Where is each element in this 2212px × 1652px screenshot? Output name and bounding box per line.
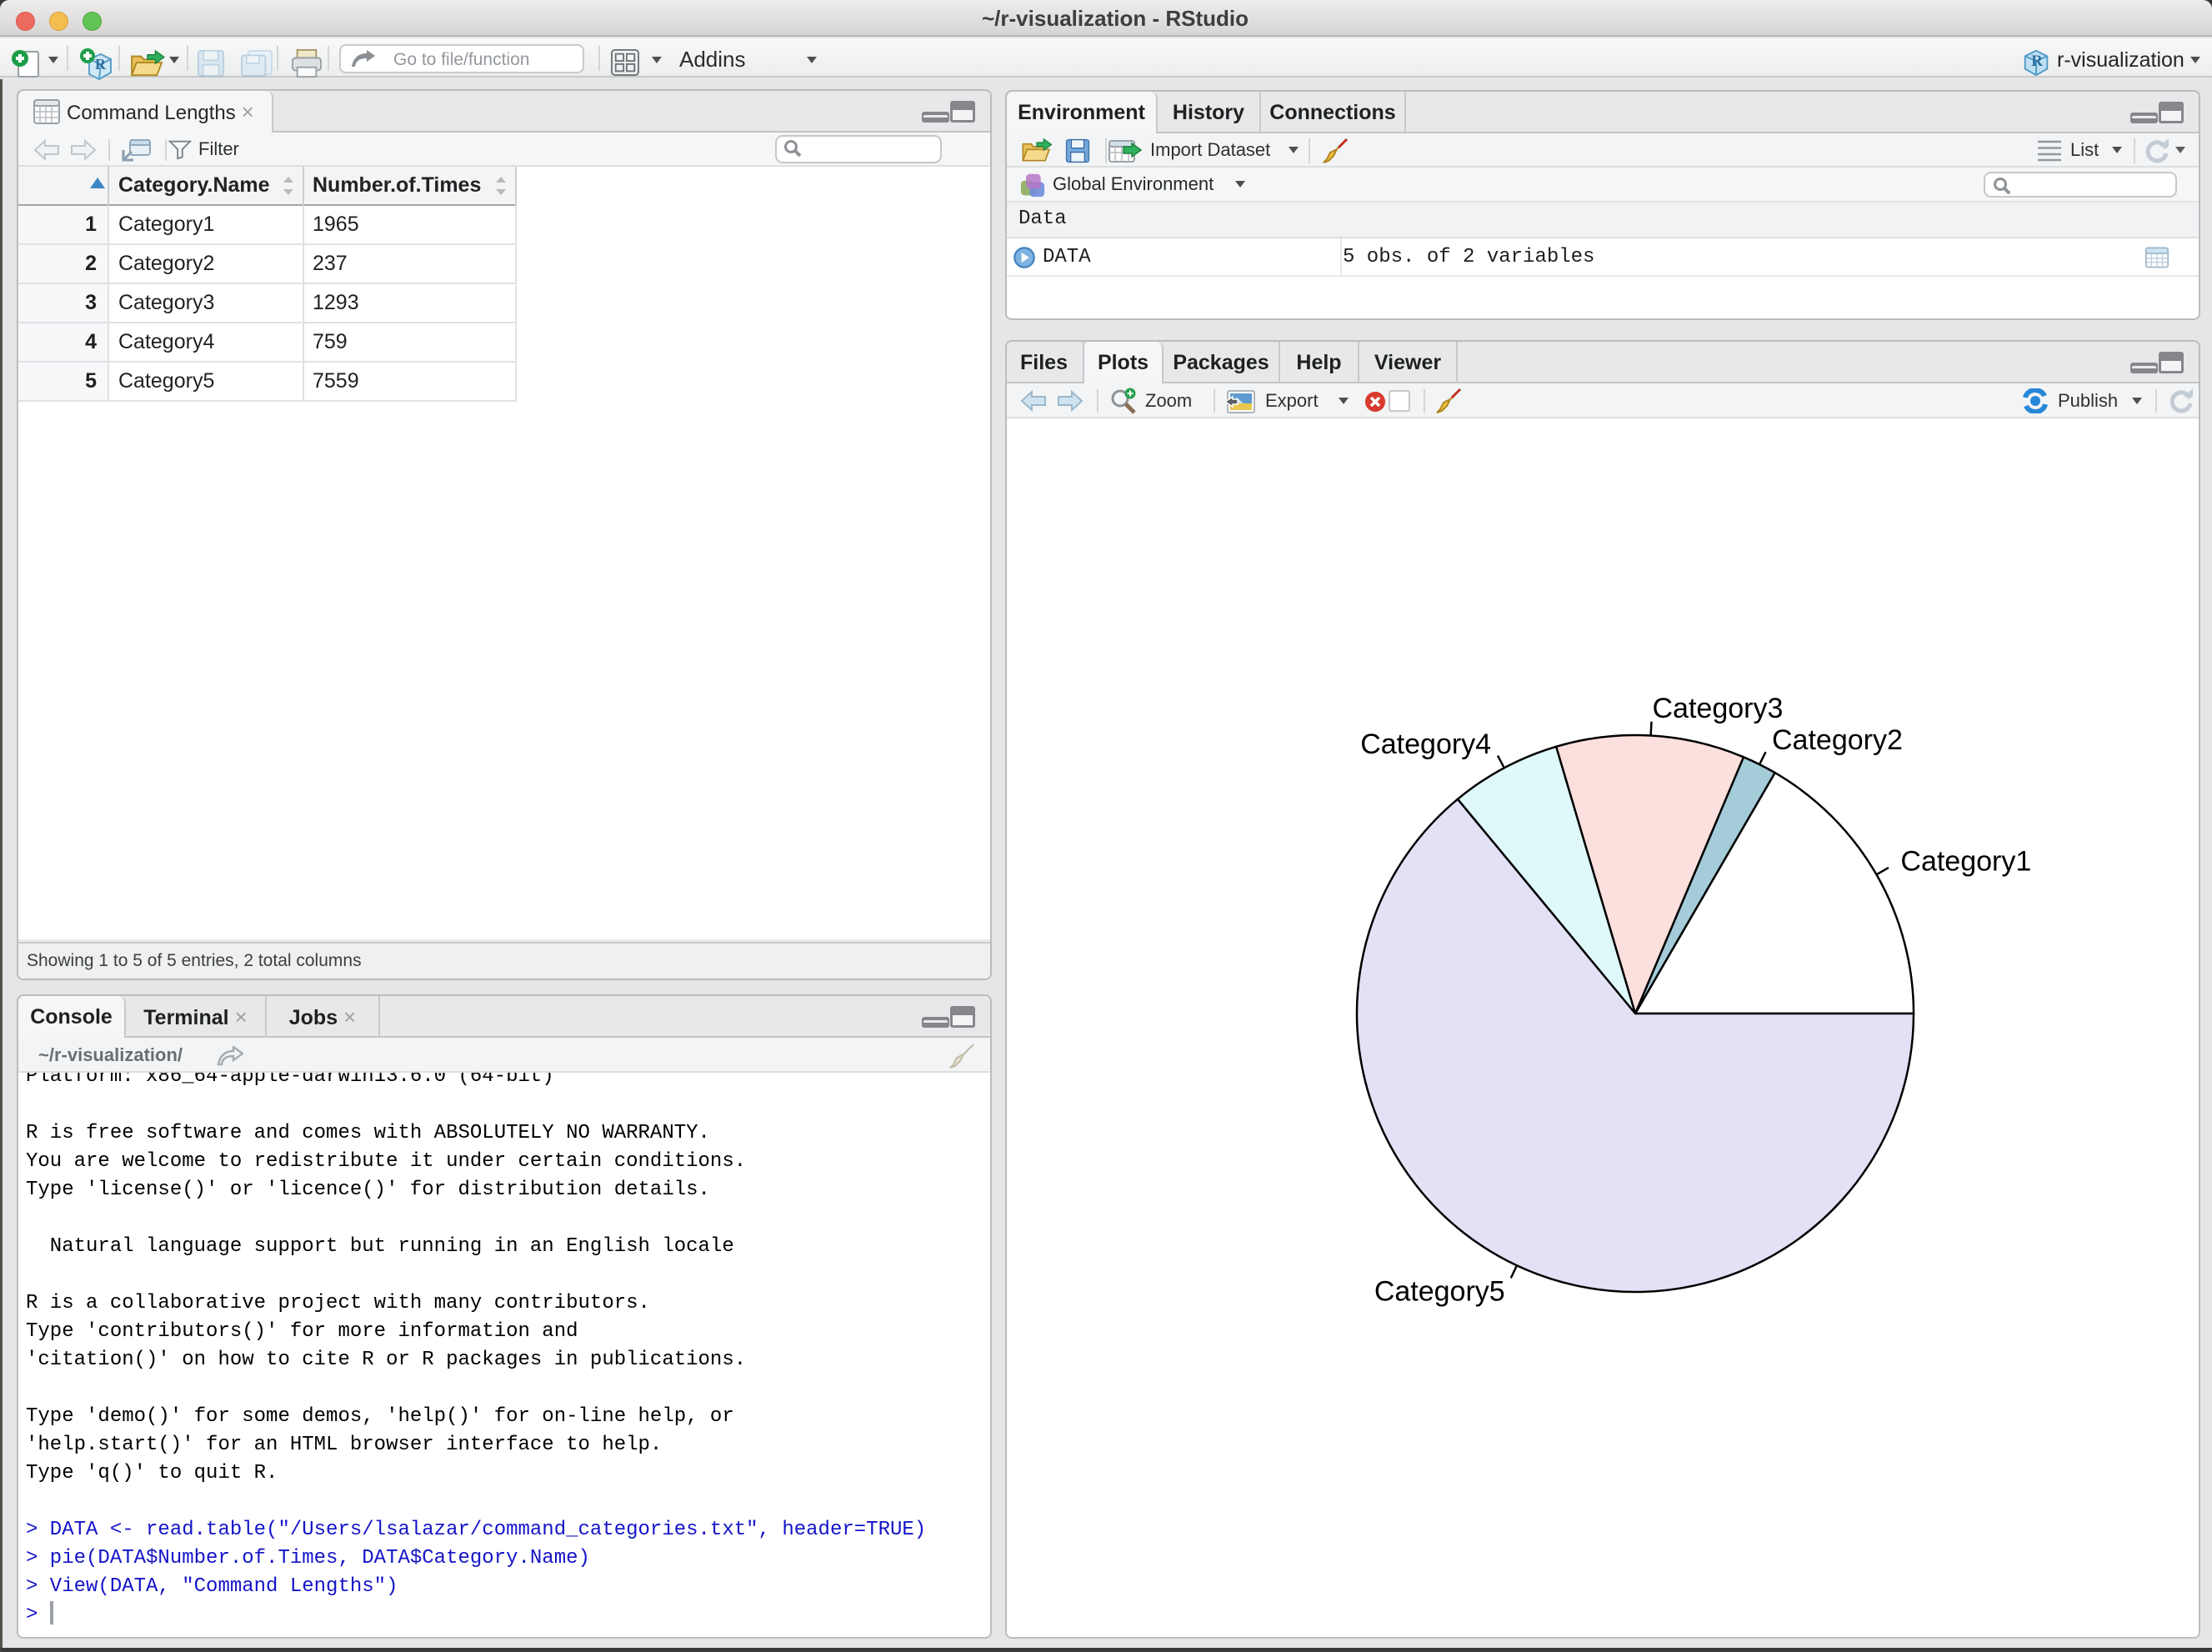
svg-text:Category4: Category4 xyxy=(1360,728,1491,760)
svg-text:Category2: Category2 xyxy=(1772,724,1903,756)
svg-text:Category3: Category3 xyxy=(1653,693,1784,724)
svg-text:R: R xyxy=(95,56,107,73)
svg-text:R: R xyxy=(2031,53,2043,70)
svg-text:Category1: Category1 xyxy=(1900,846,2031,878)
svg-text:Category5: Category5 xyxy=(1374,1276,1505,1308)
